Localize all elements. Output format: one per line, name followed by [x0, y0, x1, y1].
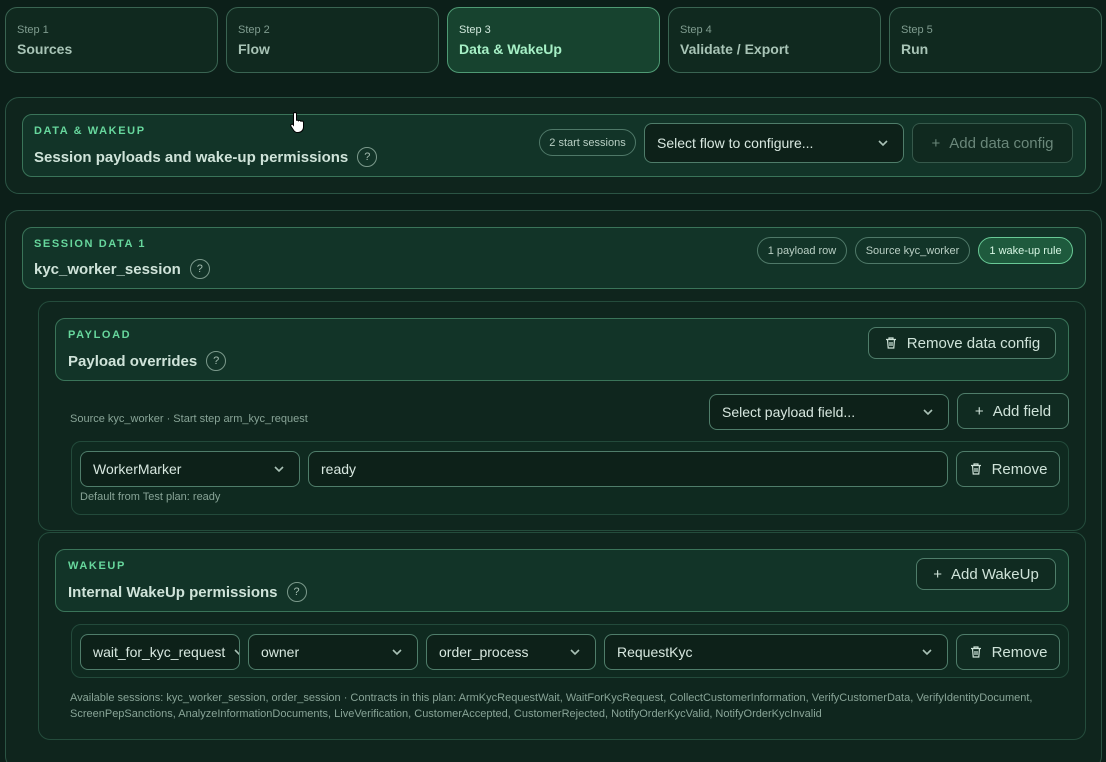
wakeup-target-value: order_process [439, 644, 529, 660]
wakeup-eyebrow: WAKEUP [68, 560, 126, 572]
payload-title-wrap: Payload overrides ? [68, 351, 227, 371]
help-icon[interactable]: ? [286, 582, 307, 602]
step-run[interactable]: Step 5 Run [889, 7, 1102, 73]
step-validate-export[interactable]: Step 4 Validate / Export [668, 7, 881, 73]
wakeup-title-wrap: Internal WakeUp permissions ? [68, 582, 307, 602]
add-field-label: Add field [992, 402, 1052, 420]
wakeup-title: Internal WakeUp permissions [68, 583, 278, 601]
add-wakeup-label: Add WakeUp [950, 565, 1039, 583]
remove-label: Remove [991, 460, 1048, 478]
plus-icon: + [974, 402, 984, 420]
payload-default-hint: Default from Test plan: ready [80, 491, 221, 503]
sessions-count-badge: 2 start sessions [539, 129, 636, 156]
step-title: Flow [238, 41, 270, 57]
wakeup-role-select[interactable]: owner [248, 634, 418, 670]
wakeup-rule-badge: 1 wake-up rule [978, 237, 1073, 264]
step-flow[interactable]: Step 2 Flow [226, 7, 439, 73]
step-title: Validate / Export [680, 41, 789, 57]
chevron-down-icon [234, 649, 239, 655]
payload-field-select[interactable]: Select payload field... [709, 394, 949, 430]
help-icon[interactable]: ? [357, 147, 378, 167]
payload-field-dropdown[interactable]: WorkerMarker [80, 451, 300, 487]
step-data-wakeup[interactable]: Step 3 Data & WakeUp [447, 7, 660, 73]
step-number: Step 3 [459, 24, 491, 36]
step-title: Data & WakeUp [459, 41, 562, 57]
section-title: Session payloads and wake-up permissions [34, 148, 349, 166]
payload-source-info: Source kyc_worker · Start step arm_kyc_r… [70, 413, 308, 425]
chevron-down-icon [923, 409, 933, 416]
add-data-config-label: Add data config [949, 134, 1054, 152]
add-data-config-button[interactable]: + Add data config [912, 123, 1073, 163]
wakeup-contract-select[interactable]: RequestKyc [604, 634, 948, 670]
remove-payload-row-button[interactable]: Remove [956, 451, 1060, 487]
flow-select[interactable]: Select flow to configure... [644, 123, 904, 163]
remove-data-config-button[interactable]: Remove data config [868, 327, 1056, 359]
add-wakeup-button[interactable]: + Add WakeUp [916, 558, 1056, 590]
step-number: Step 1 [17, 24, 49, 36]
step-number: Step 2 [238, 24, 270, 36]
trash-icon [970, 463, 981, 475]
payload-row-badge: 1 payload row [757, 237, 847, 264]
step-title: Sources [17, 41, 73, 57]
step-number: Step 4 [680, 24, 712, 36]
payload-eyebrow: PAYLOAD [68, 329, 132, 341]
payload-value-text: ready [321, 461, 357, 477]
payload-field-value: WorkerMarker [93, 461, 182, 477]
session-eyebrow: SESSION DATA 1 [34, 238, 147, 250]
chevron-down-icon [392, 649, 402, 656]
step-title: Run [901, 41, 929, 57]
wakeup-contract-value: RequestKyc [617, 644, 693, 660]
remove-data-config-label: Remove data config [906, 334, 1041, 352]
wakeup-target-select[interactable]: order_process [426, 634, 596, 670]
wakeup-session-value: wait_for_kyc_request [93, 644, 226, 660]
wakeup-session-select[interactable]: wait_for_kyc_request [80, 634, 240, 670]
payload-value-input[interactable]: ready [308, 451, 948, 487]
wakeup-footer-line-2: ScreenPepSanctions, AnalyzeInformationDo… [70, 708, 822, 720]
payload-title: Payload overrides [68, 352, 198, 370]
source-badge: Source kyc_worker [855, 237, 970, 264]
chevron-down-icon [570, 649, 580, 656]
session-title: kyc_worker_session [34, 260, 181, 278]
remove-wakeup-row-button[interactable]: Remove [956, 634, 1060, 670]
trash-icon [970, 646, 981, 658]
session-title-wrap: kyc_worker_session ? [34, 259, 210, 279]
payload-field-select-value: Select payload field... [722, 404, 856, 420]
remove-label: Remove [991, 643, 1048, 661]
step-number: Step 5 [901, 24, 933, 36]
plus-icon: + [933, 565, 942, 583]
plus-icon: + [931, 134, 941, 152]
step-sources[interactable]: Step 1 Sources [5, 7, 218, 73]
trash-icon [885, 337, 896, 349]
flow-select-value: Select flow to configure... [657, 135, 814, 151]
section-eyebrow: DATA & WAKEUP [34, 125, 146, 137]
section-title-wrap: Session payloads and wake-up permissions… [34, 147, 378, 167]
hand-cursor-icon [290, 111, 304, 133]
help-icon[interactable]: ? [189, 259, 210, 279]
wakeup-role-value: owner [261, 644, 300, 660]
chevron-down-icon [922, 649, 932, 656]
add-field-button[interactable]: + Add field [957, 393, 1069, 429]
wakeup-footer-line-1: Available sessions: kyc_worker_session, … [70, 692, 1033, 704]
chevron-down-icon [878, 140, 888, 147]
help-icon[interactable]: ? [206, 351, 227, 371]
chevron-down-icon [274, 466, 284, 473]
